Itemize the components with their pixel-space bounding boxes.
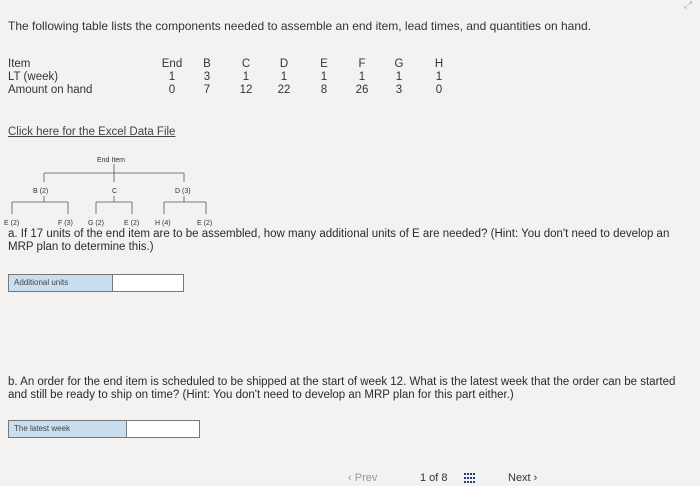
tree-node-e: E (2)	[124, 220, 139, 227]
field-label: The latest week	[9, 421, 127, 437]
components-table: Item End B C D E F G H LT (week) 1 3 1 1…	[8, 58, 460, 97]
table-cell: 1	[435, 71, 443, 83]
chevron-right-icon: ›	[530, 472, 538, 484]
latest-week-input[interactable]	[127, 421, 199, 437]
question-a: a. If 17 units of the end item are to be…	[8, 228, 670, 253]
tree-node-e: E (2)	[4, 220, 19, 227]
table-cell: End	[161, 58, 183, 70]
table-cell: 1	[168, 71, 176, 83]
additional-units-input[interactable]	[113, 275, 183, 291]
navigation-bar: ‹ Prev 1 of 8 Next ›	[0, 466, 700, 486]
chevron-left-icon: ‹	[348, 472, 355, 484]
table-cell: 1	[280, 71, 288, 83]
tree-node-g: G (2)	[88, 220, 104, 227]
tree-node-f: F (3)	[58, 220, 73, 227]
latest-week-field: The latest week	[8, 420, 200, 438]
table-row-lt: LT (week) 1 3 1 1 1 1 1 1	[8, 71, 460, 84]
table-cell: C	[241, 58, 251, 70]
table-cell: 1	[395, 71, 403, 83]
table-cell: D	[279, 58, 289, 70]
product-structure-tree: End Item B (2) C D (3) E (2) F (3) G (2)…	[4, 157, 212, 227]
tree-node-d: D (3)	[175, 188, 191, 195]
table-cell: 0	[435, 84, 443, 96]
table-cell: 8	[320, 84, 328, 96]
table-cell: 7	[203, 84, 211, 96]
table-cell: F	[358, 58, 366, 70]
additional-units-field: Additional units	[8, 274, 184, 292]
table-cell: 3	[395, 84, 403, 96]
page-indicator: 1 of 8	[420, 472, 448, 484]
question-b: b. An order for the end item is schedule…	[8, 376, 676, 401]
tree-node-b: B (2)	[33, 188, 48, 195]
table-row-item: Item End B C D E F G H	[8, 58, 460, 71]
excel-data-link[interactable]: Click here for the Excel Data File	[8, 126, 175, 138]
field-label: Additional units	[9, 275, 113, 291]
expand-icon[interactable]: ⤢	[684, 0, 692, 11]
tree-node-h: H (4)	[155, 220, 171, 227]
table-cell: 3	[203, 71, 211, 83]
table-row-on-hand: Amount on hand 0 7 12 22 8 26 3 0	[8, 84, 460, 97]
row-label: Amount on hand	[8, 84, 93, 96]
tree-node-c: C	[112, 188, 117, 195]
table-cell: 1	[242, 71, 250, 83]
intro-text: The following table lists the components…	[8, 19, 592, 33]
table-cell: 1	[358, 71, 366, 83]
tree-node-e: E (2)	[197, 220, 212, 227]
table-cell: 0	[168, 84, 176, 96]
next-label: Next	[508, 472, 531, 484]
table-cell: H	[434, 58, 444, 70]
table-cell: 26	[355, 84, 369, 96]
tree-node-root: End Item	[97, 157, 125, 164]
table-cell: 12	[239, 84, 253, 96]
prev-label: Prev	[354, 472, 378, 484]
table-cell: B	[203, 58, 211, 70]
next-button[interactable]: Next ›	[508, 472, 537, 484]
row-label: Item	[8, 58, 31, 70]
prev-button[interactable]: ‹ Prev	[348, 472, 377, 484]
table-cell: G	[394, 58, 404, 70]
table-cell: E	[320, 58, 328, 70]
table-cell: 1	[320, 71, 328, 83]
row-label: LT (week)	[8, 71, 59, 83]
grid-icon[interactable]	[464, 473, 476, 484]
table-cell: 22	[277, 84, 291, 96]
